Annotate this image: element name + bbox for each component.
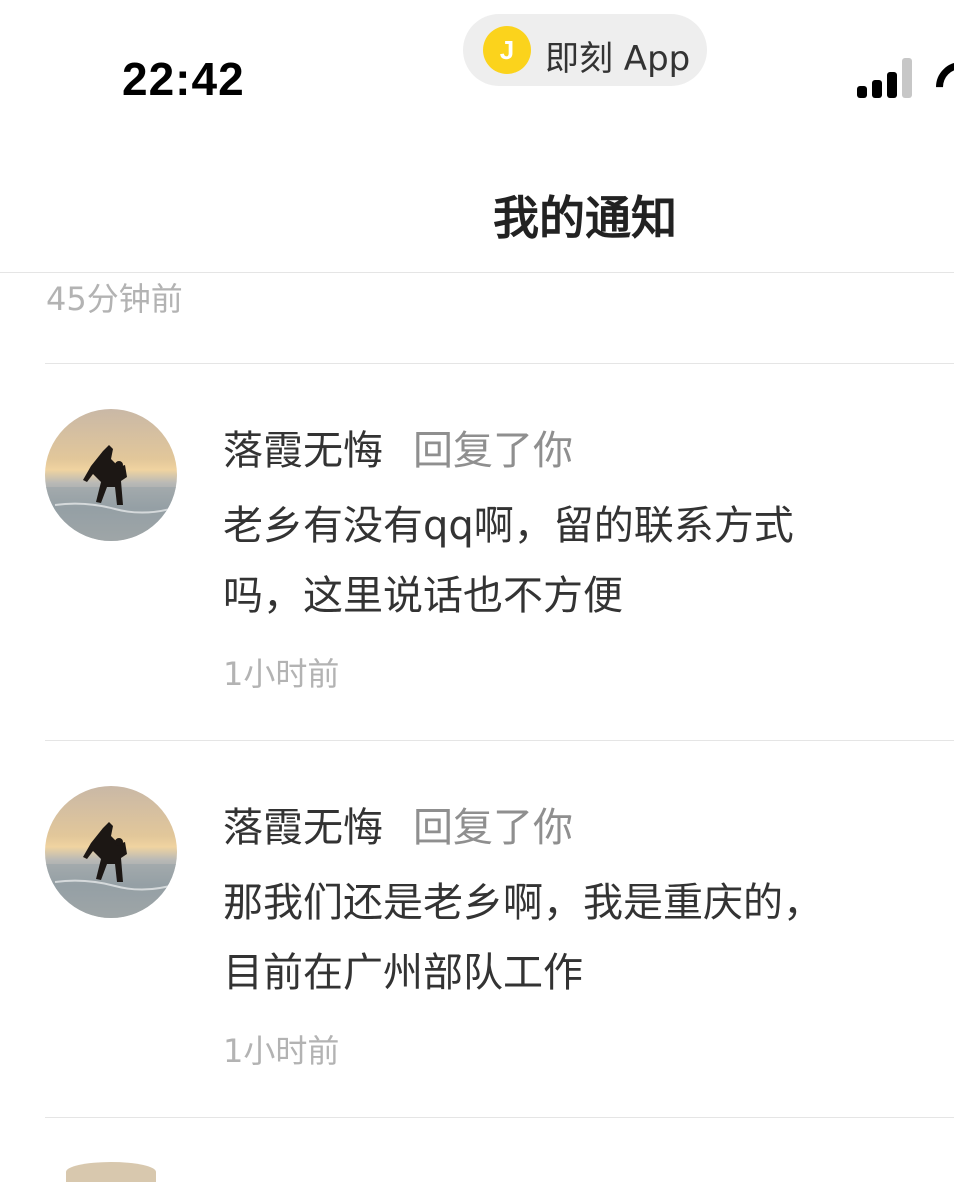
notification-time: 45分钟前 (46, 280, 183, 318)
author-name[interactable]: 落霞无悔 (223, 795, 383, 853)
reply-text: 那我们还是老乡啊，我是重庆的， 目前在广州部队工作 (223, 868, 903, 1008)
wifi-icon (934, 58, 954, 88)
author-name[interactable]: 落霞无悔 (223, 418, 383, 476)
notification-action: 回复了你 (413, 805, 573, 851)
original-post-thumbnail[interactable] (944, 423, 954, 451)
notification-action: 回复了你 (413, 428, 573, 474)
status-time: 22:42 (122, 53, 245, 105)
reply-text-line: 老乡有没有qq啊，留的联系方式 (223, 503, 794, 549)
notification-item[interactable]: 落霞无悔 回复了你 老乡有没有qq啊，留的联系方式 吗，这里说话也不方便 1小时… (0, 363, 954, 740)
app-pill-label: 即刻 App (545, 39, 691, 79)
avatar[interactable] (45, 786, 177, 918)
jike-logo-icon (483, 26, 531, 74)
reply-text-line: 那我们还是老乡啊，我是重庆的， (223, 880, 823, 926)
avatar[interactable] (45, 409, 177, 541)
notification-time: 1小时前 (223, 655, 340, 693)
reply-text-line: 吗，这里说话也不方便 (223, 573, 623, 619)
notification-time: 1小时前 (223, 1032, 340, 1070)
notification-item[interactable]: 落霞无悔 回复了你 那我们还是老乡啊，我是重庆的， 目前在广州部队工作 1小时前 (0, 740, 954, 1117)
avatar[interactable] (66, 1162, 156, 1182)
reply-text-line: 目前在广州部队工作 (223, 950, 583, 996)
cellular-signal-icon (857, 58, 917, 98)
original-post-thumbnail[interactable] (944, 800, 954, 828)
reply-text: 老乡有没有qq啊，留的联系方式 吗，这里说话也不方便 (223, 491, 903, 631)
back-to-app-pill[interactable]: 即刻 App (463, 14, 707, 86)
page-title: 我的通知 (493, 191, 677, 245)
divider (45, 1117, 954, 1118)
status-bar: 22:42 即刻 App (0, 0, 954, 130)
nav-bar: 我的通知 (0, 130, 954, 273)
